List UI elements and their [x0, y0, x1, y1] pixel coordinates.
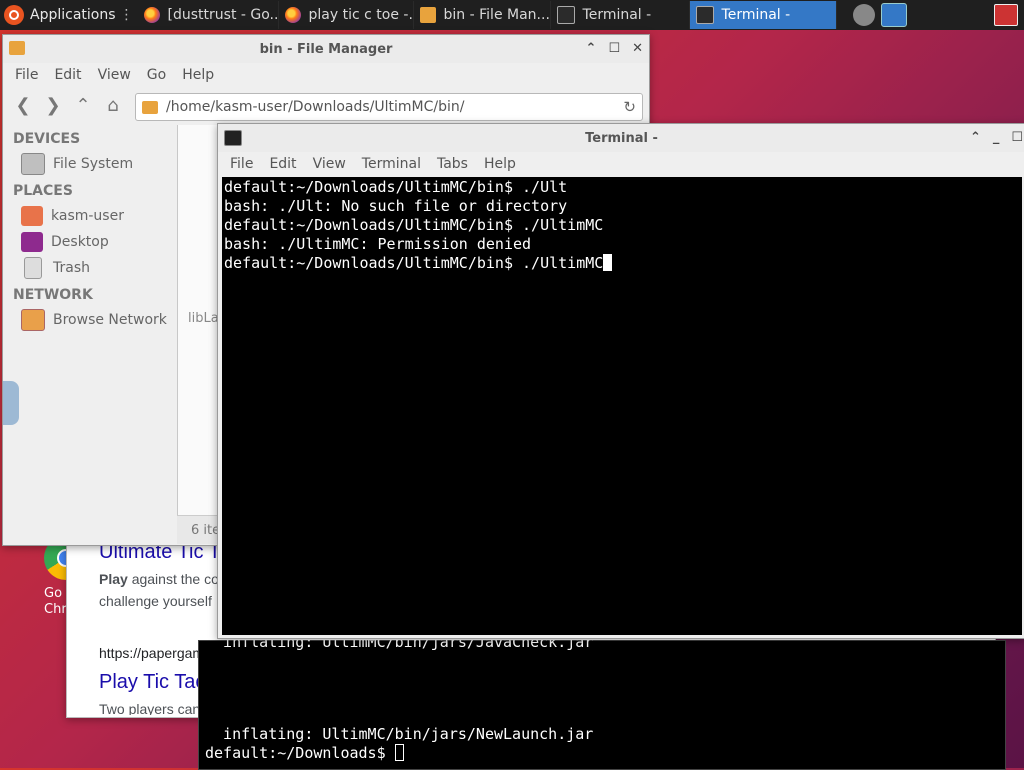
- file-manager-sidebar: DEVICES File System PLACES kasm-user Des…: [5, 125, 175, 545]
- taskbar-item-file-manager[interactable]: bin - File Man...: [414, 1, 551, 29]
- maximize-icon[interactable]: ☐: [608, 41, 620, 56]
- snippet-text: against the co: [127, 571, 219, 587]
- terminal-command: default:~/Downloads/UltimMC/bin$ ./Ultim…: [224, 254, 604, 272]
- menu-go[interactable]: Go: [139, 67, 174, 83]
- ubuntu-logo-icon: [4, 5, 24, 25]
- terminal-prompt-line: default:~/Downloads$: [205, 744, 404, 762]
- menu-file[interactable]: File: [7, 67, 46, 83]
- terminal-cursor: [394, 744, 404, 761]
- up-icon[interactable]: ⌃: [71, 93, 95, 117]
- terminal-cursor: [603, 254, 613, 271]
- sidebar-item-kasm-user[interactable]: kasm-user: [5, 203, 175, 229]
- taskbar-item-terminal-1[interactable]: Terminal -: [551, 1, 690, 29]
- collapse-icon[interactable]: ⌃: [970, 130, 981, 145]
- home-folder-icon: [21, 206, 43, 226]
- terminal-line: default:~/Downloads/UltimMC/bin$ ./Ult: [224, 178, 568, 196]
- network-folder-icon: [21, 309, 45, 331]
- sidebar-item-label: Desktop: [51, 234, 109, 250]
- folder-icon: [419, 7, 436, 23]
- close-icon[interactable]: ✕: [632, 41, 643, 56]
- taskbar-item-label: bin - File Man...: [443, 7, 550, 23]
- sidebar-header-devices: DEVICES: [13, 131, 81, 147]
- sidebar-item-label: kasm-user: [51, 208, 124, 224]
- side-panel-handle[interactable]: [3, 381, 19, 425]
- snippet-bold: Play: [99, 571, 128, 587]
- desktop-icon-label: Go Chr: [44, 586, 67, 617]
- sidebar-item-label: File System: [53, 156, 134, 172]
- menu-tabs[interactable]: Tabs: [429, 156, 476, 172]
- sidebar-item-desktop[interactable]: Desktop: [5, 229, 175, 255]
- terminal-icon: [556, 6, 575, 24]
- file-manager-menubar: File Edit View Go Help: [3, 63, 649, 87]
- menu-help[interactable]: Help: [174, 67, 222, 83]
- menu-file[interactable]: File: [222, 156, 261, 172]
- search-result-snippet: Play against the co: [99, 571, 219, 587]
- maximize-icon[interactable]: ☐: [1011, 130, 1023, 145]
- applications-menu-button[interactable]: Applications ⋮: [0, 0, 138, 30]
- separator-icon: ⋮: [119, 7, 134, 23]
- taskbar-item-label: Terminal -: [582, 7, 652, 23]
- terminal-screen[interactable]: default:~/Downloads/UltimMC/bin$ ./Ult b…: [222, 177, 1022, 635]
- file-item-label[interactable]: libLa: [188, 311, 219, 326]
- trash-icon: [24, 257, 42, 279]
- power-icon[interactable]: [994, 4, 1018, 26]
- window-title: Terminal -: [585, 130, 658, 146]
- taskbar-item-browser-1[interactable]: [dusttrust - Go...: [138, 1, 279, 29]
- minimize-icon[interactable]: _: [993, 130, 1000, 145]
- terminal-prompt: default:~/Downloads$: [205, 744, 395, 762]
- terminal-menubar: File Edit View Terminal Tabs Help: [218, 152, 1024, 176]
- workspace-switcher-icon[interactable]: [880, 3, 907, 27]
- taskbar-item-browser-2[interactable]: play tic c toe -...: [279, 1, 414, 29]
- network-icon[interactable]: [852, 4, 875, 26]
- sidebar-header-network: NETWORK: [13, 287, 93, 303]
- terminal-line: inflating: UltimMC/bin/jars/NewLaunch.ja…: [205, 725, 594, 743]
- file-manager-titlebar[interactable]: bin - File Manager ⌃ ☐ ✕: [3, 35, 649, 63]
- terminal-icon: [224, 130, 242, 146]
- taskbar-item-terminal-2[interactable]: Terminal -: [689, 1, 837, 29]
- back-icon[interactable]: ❮: [11, 93, 35, 117]
- background-terminal[interactable]: inflating: UltimMC/bin/jars/JavaCheck.ja…: [198, 633, 1006, 770]
- terminal-line: default:~/Downloads/UltimMC/bin$ ./Ultim…: [224, 216, 604, 234]
- folder-icon: [142, 100, 158, 114]
- terminal-line: bash: ./Ult: No such file or directory: [224, 197, 568, 215]
- menu-terminal[interactable]: Terminal: [354, 156, 429, 172]
- terminal-titlebar[interactable]: Terminal - ⌃ _ ☐: [218, 124, 1024, 152]
- menu-edit[interactable]: Edit: [46, 67, 89, 83]
- terminal-window: Terminal - ⌃ _ ☐ File Edit View Terminal…: [217, 123, 1024, 639]
- terminal-icon: [695, 6, 714, 24]
- desktop-icon: [21, 232, 43, 252]
- window-title: bin - File Manager: [259, 41, 393, 57]
- location-path: /home/kasm-user/Downloads/UltimMC/bin/: [166, 99, 465, 115]
- top-panel: Applications ⋮ [dusttrust - Go... play t…: [0, 0, 1024, 30]
- taskbar-item-label: Terminal -: [721, 7, 791, 23]
- terminal-line: bash: ./UltimMC: Permission denied: [224, 235, 532, 253]
- sidebar-item-file-system[interactable]: File System: [5, 151, 175, 177]
- folder-icon: [9, 41, 25, 55]
- home-icon[interactable]: ⌂: [101, 93, 125, 117]
- sidebar-item-label: Browse Network: [53, 312, 167, 328]
- menu-view[interactable]: View: [305, 156, 354, 172]
- sidebar-item-browse-network[interactable]: Browse Network: [5, 307, 175, 333]
- sidebar-item-label: Trash: [53, 260, 90, 276]
- applications-label: Applications: [30, 7, 116, 23]
- drive-icon: [21, 153, 45, 175]
- taskbar-item-label: [dusttrust - Go...: [167, 7, 279, 23]
- menu-help[interactable]: Help: [476, 156, 524, 172]
- sidebar-header-places: PLACES: [13, 183, 73, 199]
- reload-icon[interactable]: ↻: [623, 98, 636, 116]
- search-result-snippet-2: challenge yourself: [99, 593, 212, 609]
- menu-view[interactable]: View: [90, 67, 139, 83]
- forward-icon[interactable]: ❯: [41, 93, 65, 117]
- terminal-prompt-line: default:~/Downloads/UltimMC/bin$ ./Ultim…: [224, 254, 613, 272]
- taskbar-item-label: play tic c toe -...: [308, 7, 414, 23]
- menu-edit[interactable]: Edit: [261, 156, 304, 172]
- location-bar[interactable]: /home/kasm-user/Downloads/UltimMC/bin/ ↻: [135, 93, 643, 121]
- sidebar-item-trash[interactable]: Trash: [5, 255, 175, 281]
- firefox-icon: [284, 7, 301, 23]
- firefox-icon: [143, 7, 160, 23]
- collapse-icon[interactable]: ⌃: [586, 41, 597, 56]
